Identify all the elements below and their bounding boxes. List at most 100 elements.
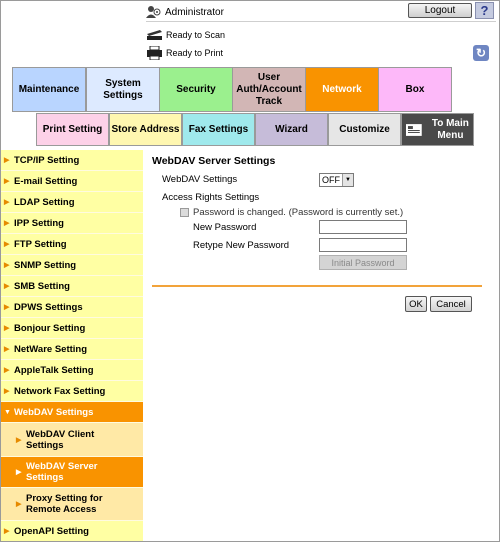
arrow-right-icon: ▶ bbox=[4, 304, 10, 311]
arrow-right-icon: ▶ bbox=[16, 501, 22, 508]
arrow-right-icon: ▶ bbox=[4, 157, 10, 164]
sidebar-item-tcpip[interactable]: ▶ TCP/IP Setting bbox=[0, 150, 143, 171]
arrow-right-icon: ▶ bbox=[16, 436, 22, 444]
sidebar-item-openapi[interactable]: ▶ OpenAPI Setting bbox=[0, 521, 143, 542]
password-changed-checkbox[interactable] bbox=[180, 208, 189, 217]
sidebar-item-webdav-client[interactable]: ▶ WebDAV Client Settings bbox=[0, 423, 143, 457]
cancel-button[interactable]: Cancel bbox=[430, 296, 472, 312]
tab-store-address[interactable]: Store Address bbox=[109, 113, 182, 146]
arrow-right-icon: ▶ bbox=[4, 262, 10, 269]
sidebar-item-snmp[interactable]: ▶ SNMP Setting bbox=[0, 255, 143, 276]
tab-label: Print Setting bbox=[42, 123, 103, 135]
sidebar-item-label: WebDAV Settings bbox=[14, 406, 94, 418]
to-main-menu-button[interactable]: To Main Menu bbox=[401, 113, 474, 146]
sidebar-item-ipp[interactable]: ▶ IPP Setting bbox=[0, 213, 143, 234]
tab-customize[interactable]: Customize bbox=[328, 113, 401, 146]
sidebar-item-label: SMB Setting bbox=[14, 280, 70, 292]
webdav-settings-value: OFF bbox=[322, 175, 340, 185]
chevron-down-icon: ▼ bbox=[342, 174, 353, 186]
tab-wizard[interactable]: Wizard bbox=[255, 113, 328, 146]
logout-button[interactable]: Logout bbox=[408, 3, 472, 18]
scanner-icon bbox=[147, 30, 162, 40]
arrow-right-icon: ▶ bbox=[16, 469, 22, 476]
retype-password-input[interactable] bbox=[319, 238, 407, 252]
sidebar-item-bonjour[interactable]: ▶ Bonjour Setting bbox=[0, 318, 143, 339]
help-button[interactable]: ? bbox=[475, 2, 494, 19]
tab-label: User Auth/Account Track bbox=[236, 71, 302, 107]
ok-button[interactable]: OK bbox=[405, 296, 427, 312]
arrow-right-icon: ▶ bbox=[4, 220, 10, 227]
webdav-settings-label: WebDAV Settings bbox=[162, 174, 238, 185]
tab-label: System Settings bbox=[103, 77, 143, 101]
tab-maintenance[interactable]: Maintenance bbox=[12, 67, 86, 112]
sidebar-item-webdav[interactable]: ▼ WebDAV Settings bbox=[0, 402, 143, 423]
sidebar-item-netware[interactable]: ▶ NetWare Setting bbox=[0, 339, 143, 360]
sidebar-item-webdav-server[interactable]: ▶ WebDAV Server Settings bbox=[0, 457, 143, 488]
section-divider bbox=[152, 285, 482, 287]
sidebar-item-network-fax[interactable]: ▶ Network Fax Setting bbox=[0, 381, 143, 402]
sidebar-item-label: WebDAV Client Settings bbox=[26, 428, 95, 451]
sidebar-item-appletalk[interactable]: ▶ AppleTalk Setting bbox=[0, 360, 143, 381]
tab-label: To Main Menu bbox=[431, 117, 469, 141]
scan-status: Ready to Scan bbox=[146, 27, 225, 43]
new-password-input[interactable] bbox=[319, 220, 407, 234]
arrow-right-icon: ▶ bbox=[4, 199, 10, 206]
tab-security[interactable]: Security bbox=[159, 67, 233, 112]
new-password-label: New Password bbox=[193, 222, 257, 233]
arrow-down-icon: ▼ bbox=[4, 408, 11, 416]
page-title: WebDAV Server Settings bbox=[152, 155, 276, 167]
arrow-right-icon: ▶ bbox=[4, 346, 10, 353]
access-rights-label: Access Rights Settings bbox=[162, 192, 260, 203]
tab-print-setting[interactable]: Print Setting bbox=[36, 113, 109, 146]
sidebar-item-smb[interactable]: ▶ SMB Setting bbox=[0, 276, 143, 297]
tab-label: Fax Settings bbox=[188, 123, 249, 135]
retype-password-label: Retype New Password bbox=[193, 240, 290, 251]
password-changed-row: Password is changed. (Password is curren… bbox=[180, 207, 403, 218]
sidebar-item-label: Bonjour Setting bbox=[14, 322, 86, 334]
tab-network[interactable]: Network bbox=[305, 67, 379, 112]
sidebar-item-label: OpenAPI Setting bbox=[14, 525, 89, 537]
tab-label: Network bbox=[322, 83, 362, 95]
sidebar-item-label: FTP Setting bbox=[14, 238, 67, 250]
sidebar-item-label: AppleTalk Setting bbox=[14, 364, 94, 376]
sidebar-item-ldap[interactable]: ▶ LDAP Setting bbox=[0, 192, 143, 213]
sidebar-item-email[interactable]: ▶ E-mail Setting bbox=[0, 171, 143, 192]
tab-label: Box bbox=[405, 83, 425, 95]
arrow-right-icon: ▶ bbox=[4, 178, 10, 185]
tab-label: Wizard bbox=[275, 123, 308, 135]
sidebar-item-label: NetWare Setting bbox=[14, 343, 88, 355]
tab-label: Security bbox=[176, 83, 216, 95]
sidebar-item-label: IPP Setting bbox=[14, 217, 64, 229]
sidebar-item-ftp[interactable]: ▶ FTP Setting bbox=[0, 234, 143, 255]
sidebar-item-proxy[interactable]: ▶ Proxy Setting for Remote Access bbox=[0, 488, 143, 521]
tab-fax-settings[interactable]: Fax Settings bbox=[182, 113, 255, 146]
sidebar-item-label: WebDAV Server Settings bbox=[26, 461, 98, 483]
print-status: Ready to Print bbox=[146, 45, 223, 61]
arrow-right-icon: ▶ bbox=[4, 367, 10, 374]
header-divider bbox=[146, 21, 496, 22]
webdav-settings-select[interactable]: OFF ▼ bbox=[319, 173, 354, 187]
sidebar-item-dpws[interactable]: ▶ DPWS Settings bbox=[0, 297, 143, 318]
scan-status-text: Ready to Scan bbox=[166, 30, 226, 40]
main-menu-icon bbox=[406, 123, 422, 136]
sidebar-item-label: SNMP Setting bbox=[14, 259, 77, 271]
arrow-right-icon: ▶ bbox=[4, 528, 10, 535]
sidebar-item-label: DPWS Settings bbox=[14, 301, 83, 313]
sidebar-item-label: Proxy Setting for Remote Access bbox=[26, 493, 103, 515]
tab-user-auth[interactable]: User Auth/Account Track bbox=[232, 67, 306, 112]
sidebar-item-label: LDAP Setting bbox=[14, 196, 75, 208]
arrow-right-icon: ▶ bbox=[4, 241, 10, 248]
arrow-right-icon: ▶ bbox=[4, 388, 10, 395]
user-label: Administrator bbox=[165, 6, 224, 18]
tab-system-settings[interactable]: System Settings bbox=[86, 67, 160, 112]
tab-box[interactable]: Box bbox=[378, 67, 452, 112]
user-info: Administrator bbox=[146, 4, 224, 20]
sidebar-item-label: TCP/IP Setting bbox=[14, 154, 80, 166]
tab-label: Maintenance bbox=[18, 83, 80, 95]
print-status-text: Ready to Print bbox=[166, 48, 224, 58]
sidebar-item-label: Network Fax Setting bbox=[14, 385, 106, 397]
arrow-right-icon: ▶ bbox=[4, 283, 10, 290]
arrow-right-icon: ▶ bbox=[4, 325, 10, 332]
initial-password-button[interactable]: Initial Password bbox=[319, 255, 407, 270]
refresh-icon[interactable]: ↻ bbox=[473, 45, 489, 61]
